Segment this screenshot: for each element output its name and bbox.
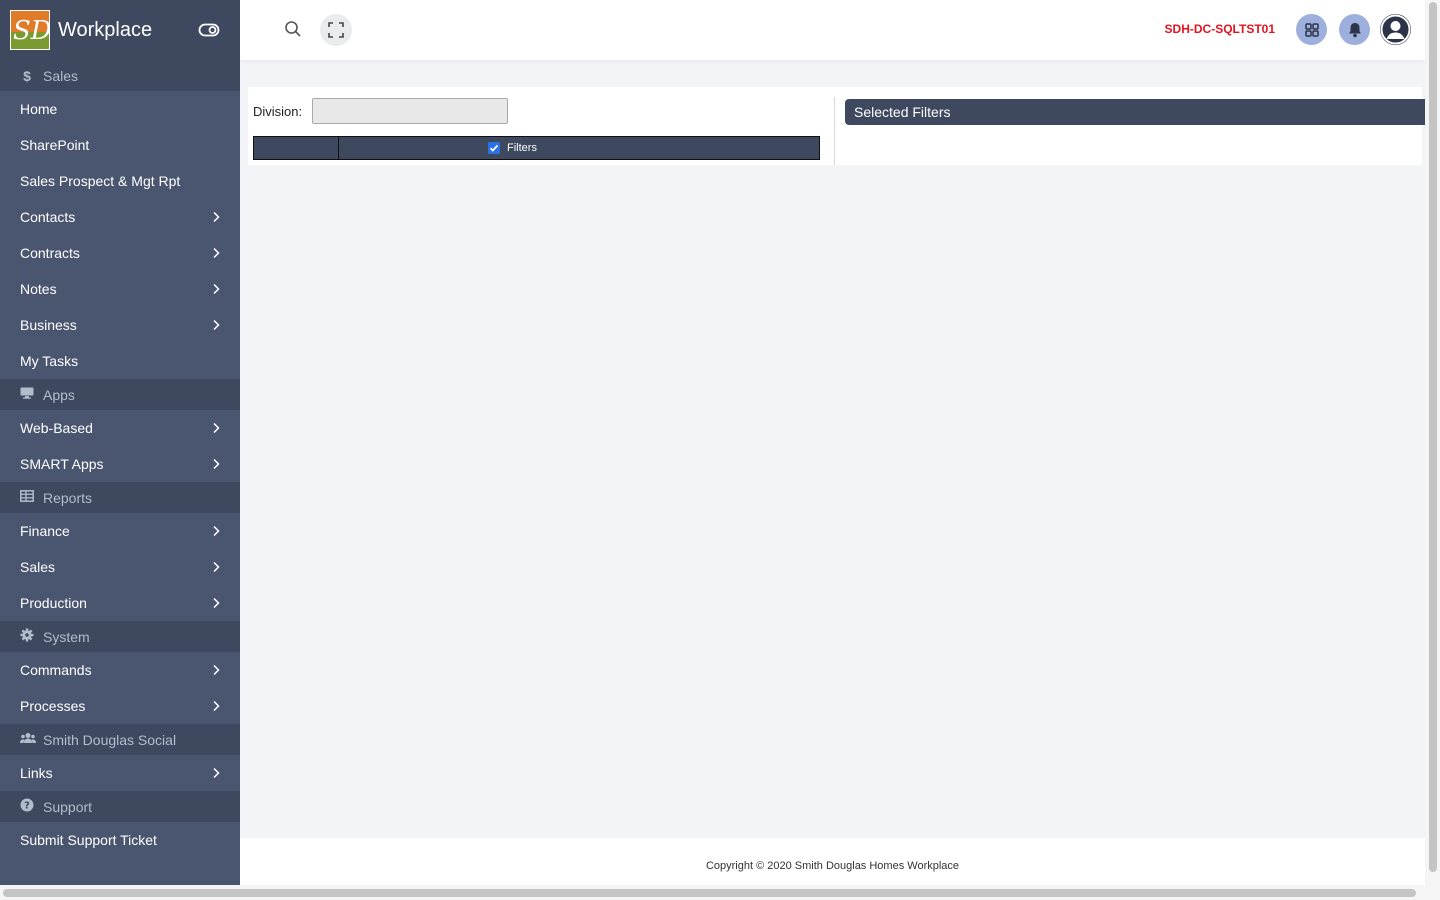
chevron-right-icon	[213, 458, 220, 470]
sidebar-section-sales: $ Sales	[0, 60, 240, 91]
sidebar-item-label: Processes	[20, 698, 86, 714]
vertical-scrollbar[interactable]	[1425, 0, 1440, 885]
sidebar-toggle-icon[interactable]	[198, 19, 220, 41]
chevron-right-icon	[213, 422, 220, 434]
apps-grid-button[interactable]	[1296, 14, 1327, 45]
section-label: Reports	[43, 489, 93, 506]
chevron-right-icon	[213, 561, 220, 573]
sidebar-section-smith-douglas-social: Smith Douglas Social	[0, 724, 240, 755]
selected-filters-header: Selected Filters	[845, 99, 1425, 125]
sidebar-item-apps-web-based[interactable]: Web-Based	[0, 410, 240, 446]
dollar-icon: $	[23, 67, 31, 84]
server-name: SDH-DC-SQLTST01	[1164, 22, 1275, 36]
sidebar-item-label: Home	[20, 101, 58, 117]
search-icon[interactable]	[284, 20, 302, 38]
filters-toolbar: Filters	[253, 136, 820, 160]
brand-name: Workplace	[58, 18, 153, 41]
checkmark-icon	[489, 144, 499, 152]
svg-text:?: ?	[24, 801, 30, 812]
sidebar-section-apps: Apps	[0, 379, 240, 410]
user-avatar[interactable]	[1380, 14, 1411, 45]
chevron-right-icon	[213, 283, 220, 295]
sidebar-item-label: My Tasks	[20, 353, 79, 369]
sidebar-item-reports-sales[interactable]: Sales	[0, 549, 240, 585]
division-input[interactable]	[312, 98, 508, 124]
question-icon: ?	[20, 798, 34, 815]
sidebar-item-label: Sales	[20, 559, 56, 575]
sidebar-item-sales-sharepoint[interactable]: SharePoint	[0, 127, 240, 163]
filters-checkbox[interactable]	[488, 142, 500, 154]
sidebar-item-label: SharePoint	[20, 137, 90, 153]
fullscreen-button[interactable]	[320, 14, 352, 46]
panel-divider	[834, 97, 835, 165]
users-icon	[20, 732, 36, 747]
chevron-right-icon	[213, 767, 220, 779]
sidebar-item-support-submit-support-ticket[interactable]: Submit Support Ticket	[0, 822, 240, 858]
chevron-right-icon	[213, 597, 220, 609]
sidebar-item-label: Web-Based	[20, 420, 93, 436]
chevron-right-icon	[213, 700, 220, 712]
sidebar-item-system-commands[interactable]: Commands	[0, 652, 240, 688]
section-label: Smith Douglas Social	[43, 731, 177, 748]
logo-text: SD	[13, 16, 50, 46]
monitor-icon	[20, 387, 34, 402]
sidebar-item-label: Sales Prospect & Mgt Rpt	[20, 173, 181, 189]
chevron-right-icon	[213, 247, 220, 259]
sidebar-item-sales-my-tasks[interactable]: My Tasks	[0, 343, 240, 379]
sidebar: SD Workplace $ Sales Home SharePoint Sales P…	[0, 0, 240, 885]
sidebar-section-reports: Reports	[0, 482, 240, 513]
bell-icon	[1348, 22, 1361, 37]
section-label: System	[43, 628, 90, 645]
division-label: Division:	[253, 104, 303, 119]
chevron-right-icon	[213, 211, 220, 223]
table-icon	[20, 490, 34, 505]
horizontal-scrollbar[interactable]	[0, 885, 1440, 900]
sidebar-item-reports-finance[interactable]: Finance	[0, 513, 240, 549]
sidebar-item-label: Submit Support Ticket	[20, 832, 157, 848]
sidebar-section-system: System	[0, 621, 240, 652]
section-label: Sales	[43, 67, 79, 84]
copyright-text: Copyright © 2020 Smith Douglas Homes Wor…	[705, 860, 960, 872]
gear-icon	[20, 628, 34, 645]
sidebar-item-label: SMART Apps	[20, 456, 104, 472]
sidebar-item-system-processes[interactable]: Processes	[0, 688, 240, 724]
chevron-right-icon	[213, 319, 220, 331]
sidebar-item-apps-smart-apps[interactable]: SMART Apps	[0, 446, 240, 482]
section-label: Support	[43, 798, 93, 815]
company-logo[interactable]: SD	[10, 10, 50, 50]
sidebar-item-smith-douglas-social-links[interactable]: Links	[0, 755, 240, 791]
notifications-button[interactable]	[1339, 14, 1370, 45]
sidebar-item-sales-contracts[interactable]: Contracts	[0, 235, 240, 271]
sidebar-item-sales-notes[interactable]: Notes	[0, 271, 240, 307]
sidebar-nav: $ Sales Home SharePoint Sales Prospect & Mgt…	[0, 60, 240, 858]
sidebar-item-label: Business	[20, 317, 77, 333]
sidebar-item-label: Production	[20, 595, 87, 611]
toolbar-divider	[338, 137, 339, 159]
vertical-scroll-thumb[interactable]	[1429, 2, 1437, 872]
sidebar-item-label: Contracts	[20, 245, 80, 261]
filter-panel: Division: Filters Selected Filters	[248, 87, 1425, 165]
sidebar-section-support: ? Support	[0, 791, 240, 822]
sidebar-item-label: Links	[20, 765, 53, 781]
grid-icon	[1304, 22, 1319, 37]
horizontal-scroll-thumb[interactable]	[3, 889, 1416, 897]
user-icon	[1380, 14, 1411, 45]
sidebar-item-sales-home[interactable]: Home	[0, 91, 240, 127]
sidebar-item-sales-business[interactable]: Business	[0, 307, 240, 343]
sidebar-item-label: Contacts	[20, 209, 76, 225]
sidebar-item-label: Finance	[20, 523, 70, 539]
chevron-right-icon	[213, 664, 220, 676]
sidebar-item-sales-contacts[interactable]: Contacts	[0, 199, 240, 235]
sidebar-item-sales-sales-prospect-mgt-rpt[interactable]: Sales Prospect & Mgt Rpt	[0, 163, 240, 199]
sidebar-item-label: Commands	[20, 662, 92, 678]
top-bar: SDH-DC-SQLTST01	[240, 0, 1425, 60]
footer: Copyright © 2020 Smith Douglas Homes Wor…	[240, 838, 1425, 885]
sidebar-item-label: Notes	[20, 281, 57, 297]
chevron-right-icon	[213, 525, 220, 537]
section-label: Apps	[43, 386, 75, 403]
brand-header: SD Workplace	[0, 0, 240, 60]
sidebar-item-reports-production[interactable]: Production	[0, 585, 240, 621]
filters-label: Filters	[507, 142, 537, 154]
fullscreen-icon	[328, 22, 344, 38]
